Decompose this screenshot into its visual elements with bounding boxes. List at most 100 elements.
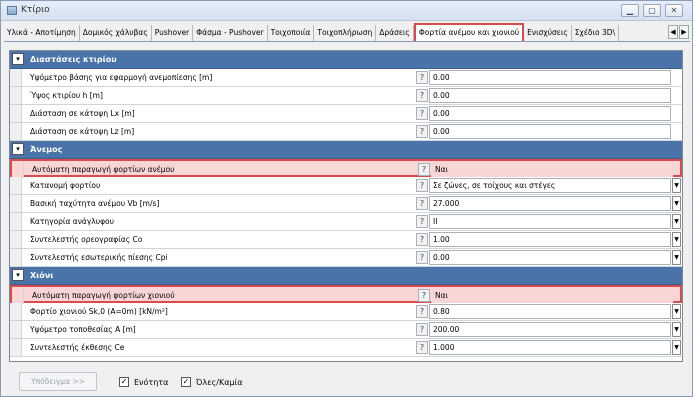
- tab-reinforcements[interactable]: Ενισχύσεις: [524, 25, 572, 41]
- help-button[interactable]: ?: [418, 289, 430, 302]
- property-label: Αυτόματη παραγωγή φορτίων ανέμου: [32, 165, 175, 174]
- property-value-field[interactable]: Σε ζώνες, σε τοίχους και στέγες: [429, 178, 671, 193]
- property-value-field[interactable]: 0.00: [429, 106, 671, 121]
- help-button[interactable]: ?: [416, 341, 428, 354]
- property-label: Κατηγορία ανάγλυφου: [30, 217, 114, 226]
- help-button[interactable]: ?: [416, 89, 428, 102]
- help-button[interactable]: ?: [416, 251, 428, 264]
- property-row: Κατηγορία ανάγλυφου ? II ▼: [10, 213, 682, 231]
- property-row: Διάσταση σε κάτοψη Lx [m] ? 0.00: [10, 105, 682, 123]
- help-button[interactable]: ?: [416, 215, 428, 228]
- property-row: Συντελεστής εσωτερικής πίεσης Cpi ? 0.00…: [10, 249, 682, 267]
- property-row: Κατανομή φορτίου ? Σε ζώνες, σε τοίχους …: [10, 177, 682, 195]
- property-label: Φορτίο χιονιού Sk,0 (A=0m) [kN/m²]: [30, 307, 168, 316]
- property-label: Ύψος κτιρίου h [m]: [30, 91, 103, 100]
- tab-scroll-right-icon[interactable]: ▶: [679, 25, 689, 39]
- all-none-checkbox-label: Όλες/Καμία: [196, 378, 243, 387]
- minimize-button[interactable]: ▁: [621, 4, 639, 17]
- dropdown-arrow-icon[interactable]: ▼: [672, 340, 681, 355]
- collapse-icon[interactable]: ▾: [12, 269, 24, 281]
- help-button[interactable]: ?: [416, 71, 428, 84]
- tab-spectrum-pushover[interactable]: Φάσμα - Pushover: [193, 25, 268, 41]
- section-checkbox[interactable]: ✓: [119, 377, 129, 387]
- property-label: Συντελεστής εσωτερικής πίεσης Cpi: [30, 253, 168, 262]
- maximize-button[interactable]: ▢: [643, 4, 661, 17]
- dropdown-arrow-icon[interactable]: ▼: [672, 196, 681, 211]
- tab-wind-snow-loads[interactable]: Φορτία ανέμου και χιονιού: [413, 23, 525, 41]
- help-button[interactable]: ?: [416, 179, 428, 192]
- collapse-icon[interactable]: ▾: [12, 143, 24, 155]
- tab-actions[interactable]: Δράσεις: [376, 25, 414, 41]
- next-button[interactable]: Υπόδειγμα >>: [19, 372, 97, 391]
- property-label: Υψόμετρο τοποθεσίας A [m]: [30, 325, 136, 334]
- property-value-field[interactable]: 0.80: [429, 304, 671, 319]
- property-row: Συντελεστής ορεογραφίας Co ? 1.00 ▼: [10, 231, 682, 249]
- category-title: Άνεμος: [30, 145, 63, 154]
- dropdown-arrow-icon[interactable]: ▼: [672, 178, 681, 193]
- property-label: Διάσταση σε κάτοψη Lx [m]: [30, 109, 135, 118]
- property-value-field[interactable]: 0.00: [429, 250, 671, 265]
- all-none-checkbox[interactable]: ✓: [181, 377, 191, 387]
- bottom-bar: Υπόδειγμα >> ✓ Ενότητα ✓ Όλες/Καμία: [1, 368, 692, 396]
- tab-scroll-left-icon[interactable]: ◀: [668, 25, 678, 39]
- tab-masonry[interactable]: Τοιχοποιία: [268, 25, 315, 41]
- property-row: Βασική ταχύτητα ανέμου Vb [m/s] ? 27.000…: [10, 195, 682, 213]
- tab-structural-steel[interactable]: Δομικός χάλυβας: [80, 25, 152, 41]
- help-button[interactable]: ?: [416, 125, 428, 138]
- title-bar: Κτίριο ▁ ▢ ✕: [1, 1, 692, 21]
- dropdown-arrow-icon[interactable]: ▼: [672, 214, 681, 229]
- window-title: Κτίριο: [21, 5, 50, 15]
- property-row-auto-wind: Αυτόματη παραγωγή φορτίων ανέμου ? Ναι: [10, 159, 682, 178]
- help-button[interactable]: ?: [416, 197, 428, 210]
- help-button[interactable]: ?: [418, 163, 430, 176]
- property-grid: ▾ Διαστάσεις κτιρίου Υψόμετρο βάσης για …: [9, 50, 683, 362]
- property-label: Κατανομή φορτίου: [30, 181, 101, 190]
- property-row: Φορτίο χιονιού Sk,0 (A=0m) [kN/m²] ? 0.8…: [10, 303, 682, 321]
- category-title: Διαστάσεις κτιρίου: [30, 55, 117, 64]
- property-label: Συντελεστής έκθεσης Ce: [30, 343, 125, 352]
- category-title: Χιόνι: [30, 271, 54, 280]
- collapse-icon[interactable]: ▾: [12, 53, 24, 65]
- property-label: Διάσταση σε κάτοψη Lz [m]: [30, 127, 135, 136]
- property-value-field[interactable]: 200.00: [429, 322, 671, 337]
- property-value-field[interactable]: 1.00: [429, 232, 671, 247]
- property-label: Υψόμετρο βάσης για εφαρμογή ανεμοπίεσης …: [30, 73, 213, 82]
- property-value-field[interactable]: 0.00: [429, 124, 671, 139]
- tab-3d-drawing[interactable]: Σχέδιο 3D\: [572, 25, 620, 41]
- dropdown-arrow-icon[interactable]: ▼: [672, 250, 681, 265]
- tab-strip: Υλικά - Αποτίμηση Δομικός χάλυβας Pushover…: [4, 23, 690, 42]
- property-row: Συντελεστής έκθεσης Ce ? 1.000 ▼: [10, 339, 682, 357]
- property-label: Συντελεστής ορεογραφίας Co: [30, 235, 143, 244]
- category-snow[interactable]: ▾ Χιόνι: [10, 267, 682, 285]
- property-value-field[interactable]: 1.000: [429, 340, 671, 355]
- app-window: Κτίριο ▁ ▢ ✕ Υλικά - Αποτίμηση Δομικός χά…: [0, 0, 693, 397]
- property-row: Ύψος κτιρίου h [m] ? 0.00: [10, 87, 682, 105]
- dropdown-arrow-icon[interactable]: ▼: [672, 232, 681, 247]
- tab-materials[interactable]: Υλικά - Αποτίμηση: [4, 25, 80, 41]
- dropdown-arrow-icon[interactable]: ▼: [672, 322, 681, 337]
- close-button[interactable]: ✕: [665, 4, 683, 17]
- property-value-field[interactable]: Ναι: [431, 162, 673, 177]
- property-value-field[interactable]: 27.000: [429, 196, 671, 211]
- property-label: Αυτόματη παραγωγή φορτίων χιονιού: [32, 291, 175, 300]
- help-button[interactable]: ?: [416, 305, 428, 318]
- property-row: Υψόμετρο τοποθεσίας A [m] ? 200.00 ▼: [10, 321, 682, 339]
- property-value-field[interactable]: 0.00: [429, 70, 671, 85]
- property-value-field[interactable]: 0.00: [429, 88, 671, 103]
- property-row: Υψόμετρο βάσης για εφαρμογή ανεμοπίεσης …: [10, 69, 682, 87]
- property-value-field[interactable]: II: [429, 214, 671, 229]
- category-dimensions[interactable]: ▾ Διαστάσεις κτιρίου: [10, 51, 682, 69]
- property-label: Βασική ταχύτητα ανέμου Vb [m/s]: [30, 199, 160, 208]
- tab-infill[interactable]: Τοιχοπλήρωση: [314, 25, 377, 41]
- help-button[interactable]: ?: [416, 107, 428, 120]
- app-icon: [7, 6, 17, 15]
- help-button[interactable]: ?: [416, 323, 428, 336]
- help-button[interactable]: ?: [416, 233, 428, 246]
- property-value-field[interactable]: Ναι: [431, 288, 673, 303]
- property-row: Διάσταση σε κάτοψη Lz [m] ? 0.00: [10, 123, 682, 141]
- property-row-auto-snow: Αυτόματη παραγωγή φορτίων χιονιού ? Ναι: [10, 285, 682, 304]
- dropdown-arrow-icon[interactable]: ▼: [672, 304, 681, 319]
- section-checkbox-label: Ενότητα: [134, 378, 169, 387]
- category-wind[interactable]: ▾ Άνεμος: [10, 141, 682, 159]
- tab-pushover[interactable]: Pushover: [152, 25, 194, 41]
